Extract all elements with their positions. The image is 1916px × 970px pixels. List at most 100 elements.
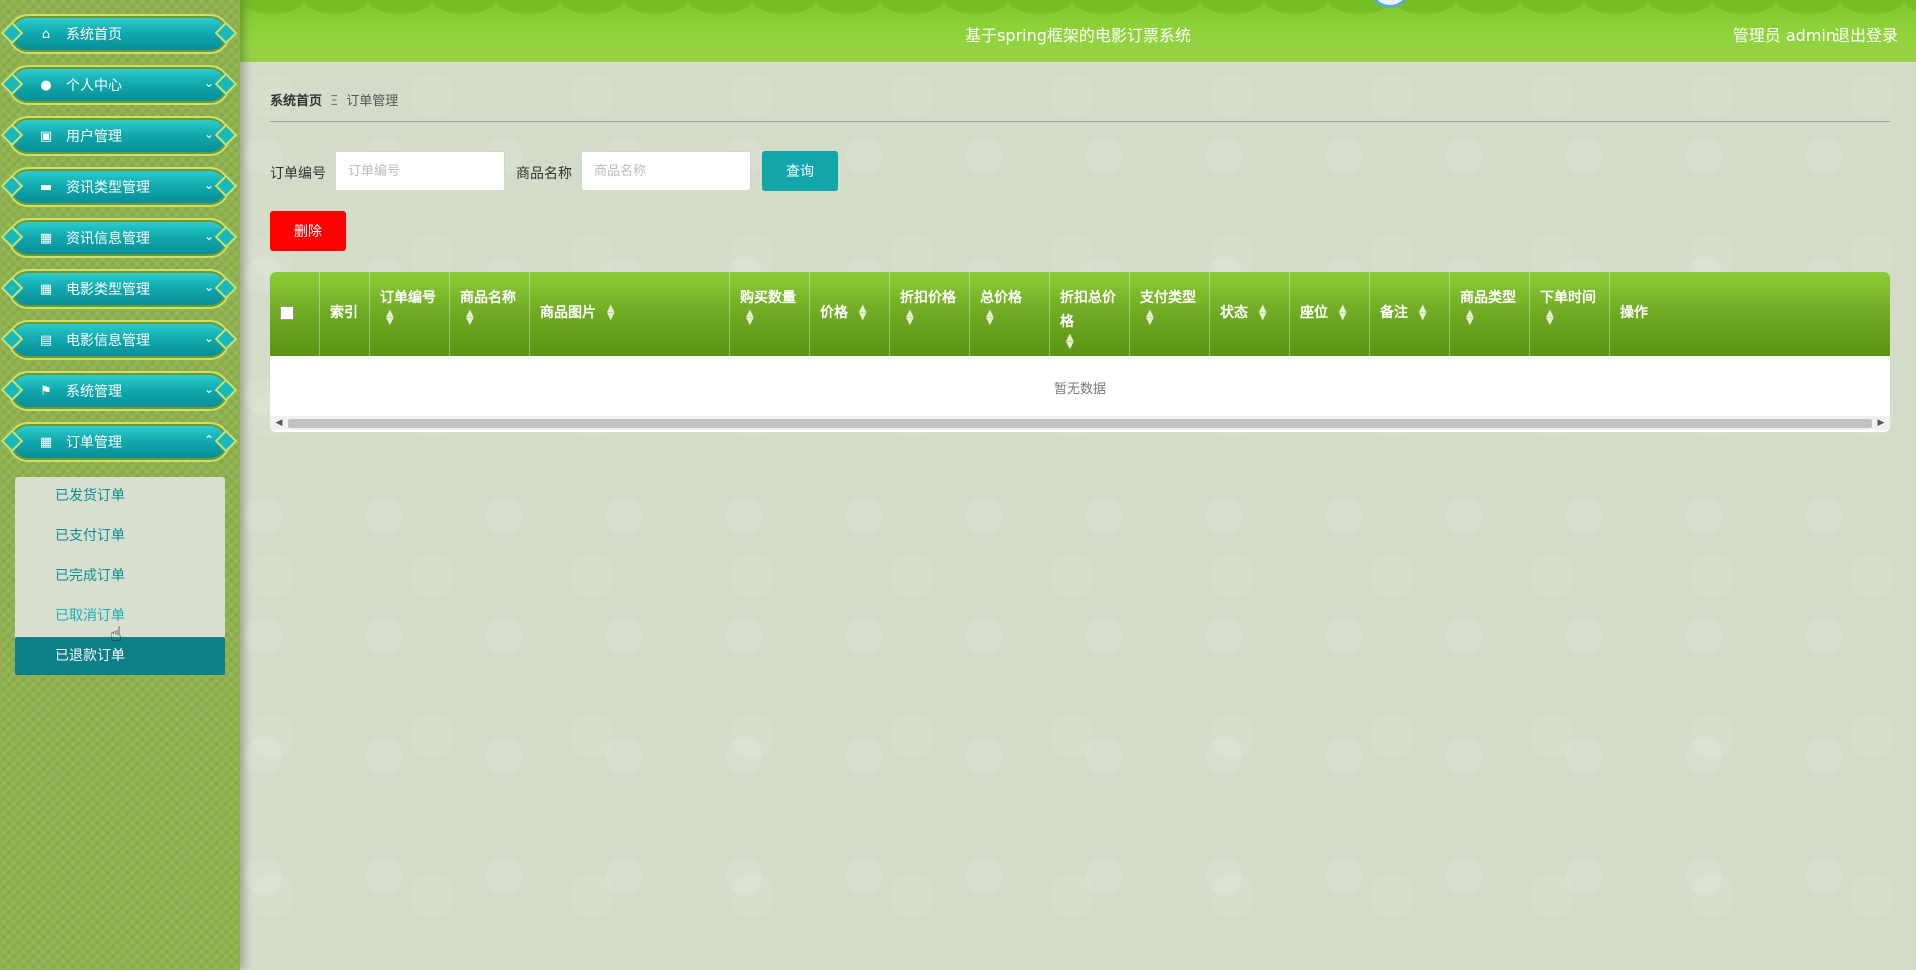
column-header-label: 购买数量 <box>740 290 796 306</box>
app-title: 基于spring框架的电影订票系统 <box>965 26 1191 45</box>
column-header-product-image[interactable]: 商品图片 ▲ ▼ <box>530 272 730 356</box>
sort-icon[interactable]: ▲ ▼ <box>386 309 394 327</box>
chevron-down-icon: ⌄ <box>203 127 214 141</box>
column-header-label: 商品类型 <box>1460 290 1516 306</box>
sidebar-item-label: 电影类型管理 <box>66 282 150 298</box>
column-header-discount-total[interactable]: 折扣总价格 ▲ ▼ <box>1050 272 1130 356</box>
column-header-price[interactable]: 价格 ▲ ▼ <box>810 272 890 356</box>
delete-button[interactable]: 删除 <box>270 211 346 251</box>
scrollbar-thumb[interactable] <box>288 419 1872 428</box>
diamond-ornament-right <box>214 72 238 96</box>
chevron-down-icon: ⌄ <box>203 229 214 243</box>
column-header-payment-type[interactable]: 支付类型 ▲ ▼ <box>1130 272 1210 356</box>
sidebar-item-label: 系统管理 <box>66 384 122 400</box>
column-header-label: 总价格 <box>980 290 1022 306</box>
column-header-discount-price[interactable]: 折扣价格 ▲ ▼ <box>890 272 970 356</box>
diamond-ornament-right <box>214 174 238 198</box>
diamond-ornament-right <box>214 327 238 351</box>
column-header-label: 支付类型 <box>1140 290 1196 306</box>
sidebar-item-personal-center[interactable]: ● 个人中心 ⌄ <box>0 65 238 105</box>
column-header-label: 折扣价格 <box>900 290 956 306</box>
submenu-item-completed-orders[interactable]: 已完成订单 <box>15 557 225 595</box>
sort-icon[interactable]: ▲ ▼ <box>1419 304 1427 322</box>
column-header-index[interactable]: 索引 <box>320 272 370 356</box>
column-header-order-time[interactable]: 下单时间 ▲ ▼ <box>1530 272 1610 356</box>
sort-icon[interactable]: ▲ ▼ <box>746 309 754 327</box>
flag-icon: ⚑ <box>40 383 52 399</box>
column-header-label: 商品图片 <box>540 305 596 321</box>
column-header-product-type[interactable]: 商品类型 ▲ ▼ <box>1450 272 1530 356</box>
submenu-item-shipped-orders[interactable]: 已发货订单 <box>15 477 225 515</box>
user-icon: ● <box>40 77 52 93</box>
select-all-checkbox[interactable] <box>280 306 294 320</box>
column-header-label: 座位 <box>1300 305 1328 321</box>
diamond-ornament-left <box>0 429 24 453</box>
sidebar-item-label: 个人中心 <box>66 78 122 94</box>
sort-icon[interactable]: ▲ ▼ <box>1259 304 1267 322</box>
column-header-seat[interactable]: 座位 ▲ ▼ <box>1290 272 1370 356</box>
sidebar-item-movie-info[interactable]: ▤ 电影信息管理 ⌄ <box>0 320 238 360</box>
column-header-status[interactable]: 状态 ▲ ▼ <box>1210 272 1290 356</box>
column-header-total-price[interactable]: 总价格 ▲ ▼ <box>970 272 1050 356</box>
clipboard-icon: ▤ <box>39 332 53 348</box>
sort-icon[interactable]: ▲ ▼ <box>607 304 615 322</box>
breadcrumb: 系统首页 Ξ 订单管理 <box>270 90 398 109</box>
sidebar-item-user-management[interactable]: ▣ 用户管理 ⌄ <box>0 116 238 156</box>
submenu-item-paid-orders[interactable]: 已支付订单 <box>15 517 225 555</box>
grid-icon: ▦ <box>39 281 53 297</box>
sort-icon[interactable]: ▲ ▼ <box>1466 309 1474 327</box>
home-icon: ⌂ <box>41 26 51 42</box>
column-header-product-name[interactable]: 商品名称 ▲ ▼ <box>450 272 530 356</box>
column-header-remark[interactable]: 备注 ▲ ▼ <box>1370 272 1450 356</box>
sidebar-item-order-management[interactable]: ▦ 订单管理 ⌃ <box>0 422 238 462</box>
column-header-label: 订单编号 <box>380 290 436 306</box>
table-header: 索引 订单编号 ▲ ▼ 商品名称 ▲ ▼ 商品图片 ▲ ▼ 购买数量 ▲ ▼ 价格 ▲ ▼… <box>270 272 1890 356</box>
column-header-order-no[interactable]: 订单编号 ▲ ▼ <box>370 272 450 356</box>
column-header-label: 商品名称 <box>460 290 516 306</box>
column-header-actions: 操作 <box>1610 272 1890 356</box>
column-header-quantity[interactable]: 购买数量 ▲ ▼ <box>730 272 810 356</box>
product-name-input[interactable] <box>581 151 751 191</box>
column-header-label: 价格 <box>820 305 848 321</box>
sidebar-item-label: 资讯信息管理 <box>66 231 150 247</box>
sidebar-item-home[interactable]: ⌂ 系统首页 <box>0 14 238 54</box>
breadcrumb-current: 订单管理 <box>346 94 399 109</box>
scroll-right-icon[interactable]: ▶ <box>1874 417 1888 429</box>
sort-icon[interactable]: ▲ ▼ <box>1146 309 1154 327</box>
top-header: 基于spring框架的电影订票系统 管理员 admin 退出登录 <box>240 0 1916 62</box>
scroll-left-icon[interactable]: ◀ <box>272 417 286 429</box>
sidebar-item-system[interactable]: ⚑ 系统管理 ⌄ <box>0 371 238 411</box>
chevron-down-icon: ⌄ <box>203 331 214 345</box>
diamond-ornament-right <box>214 225 238 249</box>
diamond-ornament-right <box>214 21 238 45</box>
product-name-label: 商品名称 <box>516 166 572 182</box>
sort-icon[interactable]: ▲ ▼ <box>1546 309 1554 327</box>
monitor-icon: ▬ <box>39 179 53 195</box>
chevron-down-icon: ⌄ <box>203 280 214 294</box>
breadcrumb-home-link[interactable]: 系统首页 <box>270 94 322 109</box>
column-header-label: 备注 <box>1380 305 1408 321</box>
diamond-ornament-left <box>0 378 24 402</box>
sort-icon[interactable]: ▲ ▼ <box>466 309 474 327</box>
chevron-down-icon: ⌄ <box>203 382 214 396</box>
sidebar-item-news-type[interactable]: ▬ 资讯类型管理 ⌄ <box>0 167 238 207</box>
admin-label: 管理员 admin <box>1732 26 1836 45</box>
query-button[interactable]: 查询 <box>762 151 838 191</box>
sort-icon[interactable]: ▲ ▼ <box>859 304 867 322</box>
sort-icon[interactable]: ▲ ▼ <box>986 309 994 327</box>
column-header-label: 状态 <box>1220 305 1248 321</box>
column-header-label: 下单时间 <box>1540 290 1596 306</box>
sidebar-item-movie-type[interactable]: ▦ 电影类型管理 ⌄ <box>0 269 238 309</box>
divider <box>270 121 1890 122</box>
sort-icon[interactable]: ▲ ▼ <box>1339 304 1347 322</box>
order-no-input[interactable] <box>335 151 505 191</box>
sidebar-item-label: 电影信息管理 <box>66 333 150 349</box>
horizontal-scrollbar[interactable]: ◀ ▶ <box>270 416 1890 430</box>
diamond-ornament-left <box>0 276 24 300</box>
sort-icon[interactable]: ▲ ▼ <box>1066 333 1074 351</box>
diamond-ornament-left <box>0 327 24 351</box>
sidebar-item-news-info[interactable]: ▦ 资讯信息管理 ⌄ <box>0 218 238 258</box>
logout-link[interactable]: 退出登录 <box>1834 22 1898 46</box>
diamond-ornament-left <box>0 21 24 45</box>
sort-icon[interactable]: ▲ ▼ <box>906 309 914 327</box>
